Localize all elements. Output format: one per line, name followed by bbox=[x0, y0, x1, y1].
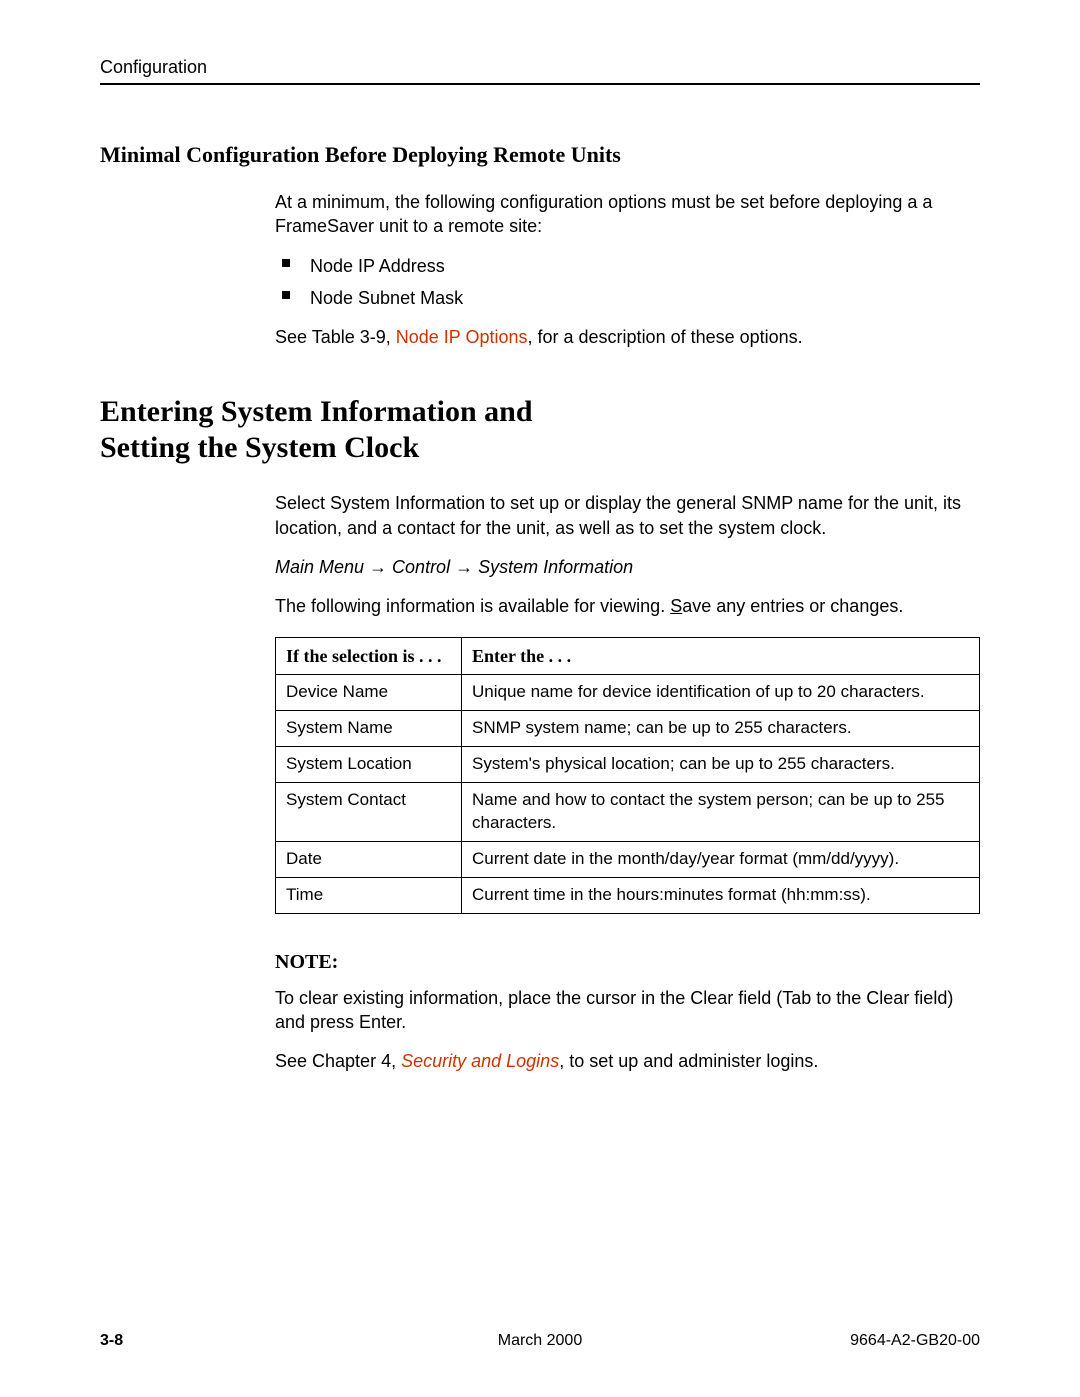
link-node-ip-options[interactable]: Node IP Options bbox=[396, 327, 528, 347]
text: , for a description of these options. bbox=[528, 327, 803, 347]
table-row: Device Name Unique name for device ident… bbox=[276, 674, 980, 710]
system-info-table: If the selection is . . . Enter the . . … bbox=[275, 637, 980, 914]
table-row: Time Current time in the hours:minutes f… bbox=[276, 877, 980, 913]
section1-bullet-list: Node IP Address Node Subnet Mask bbox=[275, 254, 980, 311]
footer-doc-id: 9664-A2-GB20-00 bbox=[687, 1330, 980, 1352]
section2-body: Select System Information to set up or d… bbox=[275, 491, 980, 1073]
text: , to set up and administer logins. bbox=[559, 1051, 818, 1071]
page: Configuration Minimal Configuration Befo… bbox=[0, 0, 1080, 1397]
footer-date: March 2000 bbox=[393, 1330, 686, 1352]
table-header-enter: Enter the . . . bbox=[462, 637, 980, 674]
table-cell: Current time in the hours:minutes format… bbox=[462, 877, 980, 913]
section2-p2: The following information is available f… bbox=[275, 594, 980, 618]
note-body: To clear existing information, place the… bbox=[275, 986, 980, 1035]
header-rule: Configuration bbox=[100, 55, 980, 85]
section1-intro: At a minimum, the following configuratio… bbox=[275, 190, 980, 239]
section1-see: See Table 3-9, Node IP Options, for a de… bbox=[275, 325, 980, 349]
table-row: System Location System's physical locati… bbox=[276, 746, 980, 782]
page-number: 3-8 bbox=[100, 1330, 393, 1352]
note-heading: NOTE: bbox=[275, 949, 980, 976]
section2-p1: Select System Information to set up or d… bbox=[275, 491, 980, 540]
table-row: System Name SNMP system name; can be up … bbox=[276, 710, 980, 746]
title-line1: Entering System Information and bbox=[100, 395, 533, 428]
table-cell: System's physical location; can be up to… bbox=[462, 746, 980, 782]
list-item: Node IP Address bbox=[275, 254, 980, 278]
table-cell: System Location bbox=[276, 746, 462, 782]
table-row: Date Current date in the month/day/year … bbox=[276, 841, 980, 877]
text: ave any entries or changes. bbox=[682, 596, 903, 616]
table-row: System Contact Name and how to contact t… bbox=[276, 782, 980, 841]
table-header-row: If the selection is . . . Enter the . . … bbox=[276, 637, 980, 674]
table-cell: Time bbox=[276, 877, 462, 913]
table-cell: Date bbox=[276, 841, 462, 877]
text: The following information is available f… bbox=[275, 596, 670, 616]
table-cell: Unique name for device identification of… bbox=[462, 674, 980, 710]
text: See Chapter 4, bbox=[275, 1051, 401, 1071]
nav-path: Main Menu → Control → System Information bbox=[275, 555, 980, 579]
table-header-selection: If the selection is . . . bbox=[276, 637, 462, 674]
section2-title: Entering System Information and Setting … bbox=[100, 394, 980, 466]
mnemonic-s: S bbox=[670, 596, 682, 616]
list-item: Node Subnet Mask bbox=[275, 286, 980, 310]
table-cell: Current date in the month/day/year forma… bbox=[462, 841, 980, 877]
table-cell: Name and how to contact the system perso… bbox=[462, 782, 980, 841]
header-section: Configuration bbox=[100, 57, 207, 77]
section2-see2: See Chapter 4, Security and Logins, to s… bbox=[275, 1049, 980, 1073]
page-footer: 3-8 March 2000 9664-A2-GB20-00 bbox=[100, 1330, 980, 1352]
link-security-and-logins[interactable]: Security and Logins bbox=[401, 1051, 559, 1071]
table-cell: Device Name bbox=[276, 674, 462, 710]
section1-body: At a minimum, the following configuratio… bbox=[275, 190, 980, 349]
table-cell: SNMP system name; can be up to 255 chara… bbox=[462, 710, 980, 746]
table-cell: System Contact bbox=[276, 782, 462, 841]
text: See Table 3-9, bbox=[275, 327, 396, 347]
section1-title: Minimal Configuration Before Deploying R… bbox=[100, 140, 980, 170]
table-cell: System Name bbox=[276, 710, 462, 746]
title-line2: Setting the System Clock bbox=[100, 431, 419, 464]
